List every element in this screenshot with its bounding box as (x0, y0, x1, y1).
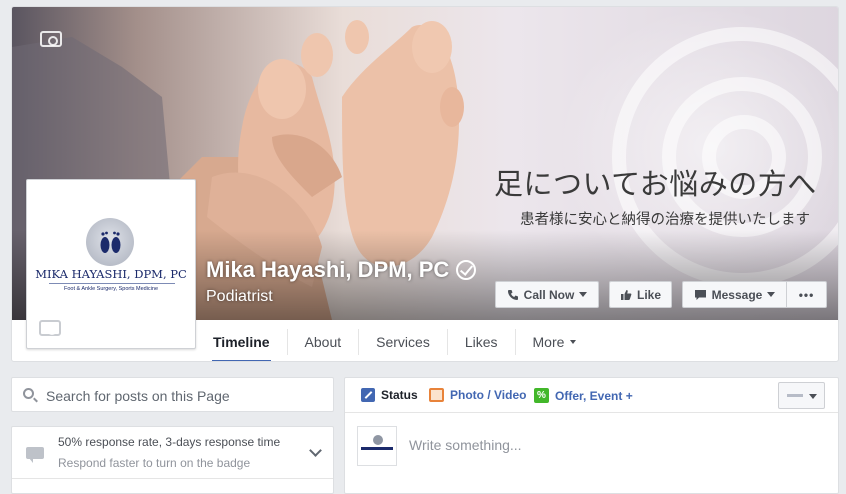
more-actions-button[interactable]: ••• (786, 281, 827, 308)
like-button[interactable]: Like (609, 281, 672, 308)
cover-headline-jp: 足についてお悩みの方へ (494, 167, 817, 201)
tab-more[interactable]: More (516, 321, 594, 361)
chevron-down-icon (579, 292, 588, 297)
tab-label: Likes (464, 334, 498, 350)
search-icon (23, 388, 34, 399)
logo-mark (86, 218, 134, 266)
cover-subline-jp: 患者様に安心と納得の治療を提供いたします (520, 212, 810, 228)
thumbs-up-icon (620, 289, 632, 300)
post-as-selector[interactable] (778, 382, 825, 409)
logo-mark (373, 435, 383, 445)
composer-tab-offer-event[interactable]: % Offer, Event + (534, 388, 633, 403)
composer-tabs: Status Photo / Video % Offer, Event + (345, 378, 838, 413)
camera-icon[interactable] (40, 31, 62, 47)
chat-bubble-icon (26, 447, 44, 463)
tab-label: Timeline (213, 334, 270, 350)
verified-badge-icon (456, 260, 477, 280)
message-label: Message (711, 287, 763, 302)
composer-tab-label: Offer, Event + (555, 388, 633, 403)
offer-icon: % (534, 388, 549, 403)
camera-icon[interactable] (39, 320, 61, 336)
search-placeholder: Search for posts on this Page (46, 388, 230, 404)
footprints-icon (100, 231, 121, 253)
phone-icon (507, 289, 518, 300)
composer-tab-label: Photo / Video (450, 388, 527, 402)
chevron-down-icon (767, 292, 776, 297)
more-dots-icon: ••• (798, 287, 815, 302)
composer-tab-label: Status (381, 388, 418, 402)
response-rate-card: 50% response rate, 3-days response time … (11, 426, 334, 494)
chevron-down-icon[interactable] (309, 444, 322, 457)
photo-icon (429, 388, 444, 402)
chevron-down-icon (809, 394, 817, 399)
logo-divider (49, 283, 175, 284)
card-divider (12, 478, 333, 479)
tab-services[interactable]: Services (359, 321, 447, 361)
tab-label: About (304, 334, 342, 350)
response-hint-text: Respond faster to turn on the badge (58, 456, 251, 470)
response-rate-text: 50% response rate, 3-days response time (58, 435, 281, 449)
composer-tab-photo-video[interactable]: Photo / Video (429, 388, 526, 402)
call-now-label: Call Now (523, 287, 575, 302)
pencil-icon (361, 388, 375, 402)
post-composer: Status Photo / Video % Offer, Event + Wr… (344, 377, 839, 494)
logo-tagline: Foot & Ankle Surgery, Sports Medicine (63, 286, 159, 292)
profile-picture[interactable]: MIKA HAYASHI, DPM, PC Foot & Ankle Surge… (26, 179, 196, 349)
tab-label: Services (376, 334, 430, 350)
page-post-search[interactable]: Search for posts on this Page (11, 377, 334, 412)
page-name: Mika Hayashi, DPM, PC (206, 257, 477, 283)
message-icon (694, 289, 706, 300)
page-category: Podiatrist (206, 288, 273, 305)
composer-tab-status[interactable]: Status (361, 388, 418, 402)
like-label: Like (636, 287, 661, 302)
caret-down-icon (570, 340, 577, 344)
logo-text-mark (361, 447, 393, 450)
tab-timeline[interactable]: Timeline (196, 321, 287, 361)
page-name-text: Mika Hayashi, DPM, PC (206, 257, 450, 282)
tab-about[interactable]: About (288, 321, 359, 361)
tab-likes[interactable]: Likes (448, 321, 515, 361)
call-now-button[interactable]: Call Now (495, 281, 599, 308)
page-header-card: 足についてお悩みの方へ 患者様に安心と納得の治療を提供いたします Mika Ha… (11, 6, 839, 362)
page-avatar-thumb (787, 394, 803, 397)
composer-avatar (357, 426, 397, 466)
logo-name: MIKA HAYASHI, DPM, PC (35, 267, 187, 281)
page-tabs: Timeline About Services Likes More (196, 321, 594, 361)
message-button[interactable]: Message (682, 281, 787, 308)
tab-label: More (532, 334, 565, 350)
write-something-input[interactable]: Write something... (409, 437, 522, 453)
